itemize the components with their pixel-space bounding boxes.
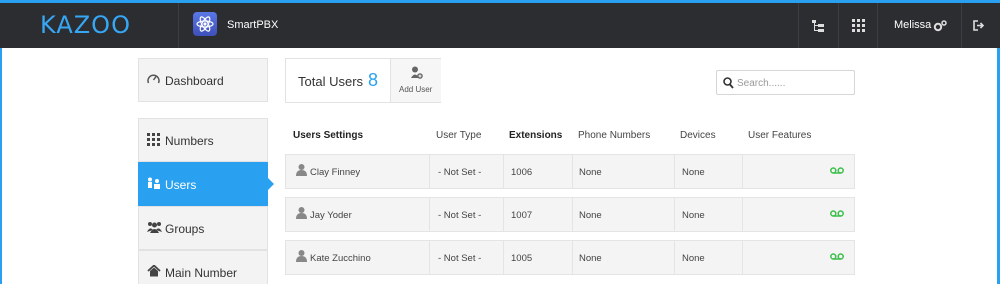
numbers-grid-icon [147,133,160,146]
extension-cell[interactable]: 1005 [503,241,572,274]
user-type-cell[interactable]: - Not Set - [429,241,503,274]
app-name: SmartPBX [227,19,279,31]
user-features-cell[interactable] [742,241,854,274]
user-type-cell[interactable]: - Not Set - [429,198,503,231]
phone-numbers-cell[interactable]: None [572,198,674,231]
apps-grid-icon [852,19,865,32]
smartpbx-app-icon [193,12,217,36]
voicemail-icon[interactable] [830,167,844,174]
total-users-count: 8 [368,70,379,90]
user-icon [296,250,307,262]
user-features-cell[interactable] [742,155,854,188]
sidebar-item-label: Numbers [165,134,214,148]
user-icon [296,207,307,219]
devices-cell[interactable]: None [674,241,742,274]
settings-gear-icon [933,20,947,32]
groups-icon [147,222,162,233]
search-input[interactable] [737,75,849,91]
sidebar-item-users[interactable]: Users [138,162,274,206]
apps-button[interactable] [838,3,877,48]
user-name: Melissa [894,19,932,31]
header-user-features[interactable]: User Features [748,130,811,141]
sidebar-item-label: Users [165,178,197,192]
user-features-cell[interactable] [742,198,854,231]
total-users-card: Total Users 8 Add User [285,58,441,103]
table-row[interactable]: Clay Finney - Not Set - 1006 None None [285,154,855,189]
sidebar-item-main-number[interactable]: Main Number [138,250,268,284]
sidebar-item-dashboard[interactable]: Dashboard [138,58,268,102]
users-icon [148,177,160,189]
header-users-settings[interactable]: Users Settings [293,130,363,141]
voicemail-icon[interactable] [830,210,844,217]
logout-icon [973,20,985,31]
total-users-label: Total Users [298,74,364,89]
sidebar-item-label: Main Number [165,266,238,280]
kazoo-logo[interactable]: KAZOO [40,11,142,41]
sidebar-item-label: Groups [165,222,205,236]
extension-cell[interactable]: 1006 [503,155,572,188]
sidebar-item-numbers[interactable]: Numbers [138,118,268,162]
user-menu[interactable]: Melissa [877,3,961,48]
phone-numbers-cell[interactable]: None [572,241,674,274]
header-devices[interactable]: Devices [680,130,716,141]
account-hierarchy-button[interactable] [798,3,838,48]
devices-cell[interactable]: None [674,155,742,188]
sidebar-item-label: Dashboard [165,74,224,88]
add-user-icon [411,66,423,79]
logout-button[interactable] [961,3,997,48]
current-app[interactable]: SmartPBX [178,3,798,48]
user-type-cell[interactable]: - Not Set - [429,155,503,188]
voicemail-icon[interactable] [830,253,844,260]
add-user-label: Add User [399,85,433,94]
user-name-cell[interactable]: Clay Finney [286,155,429,188]
devices-cell[interactable]: None [674,198,742,231]
phone-numbers-cell[interactable]: None [572,155,674,188]
user-icon [296,164,307,176]
sitemap-icon [812,20,824,32]
header-user-type[interactable]: User Type [436,130,481,141]
table-row[interactable]: Kate Zucchino - Not Set - 1005 None None [285,240,855,275]
header-phone-numbers[interactable]: Phone Numbers [578,130,650,141]
sidebar-item-groups[interactable]: Groups [138,206,268,250]
table-row[interactable]: Jay Yoder - Not Set - 1007 None None [285,197,855,232]
dashboard-icon [147,74,160,84]
add-user-button[interactable]: Add User [390,59,441,102]
search-box [716,70,855,95]
top-navbar: KAZOO SmartPBX Melissa [0,0,1000,48]
home-icon [147,265,161,277]
header-extensions[interactable]: Extensions [509,130,562,141]
extension-cell[interactable]: 1007 [503,198,572,231]
search-icon [723,77,734,89]
user-name-cell[interactable]: Jay Yoder [286,198,429,231]
user-name-cell[interactable]: Kate Zucchino [286,241,429,274]
